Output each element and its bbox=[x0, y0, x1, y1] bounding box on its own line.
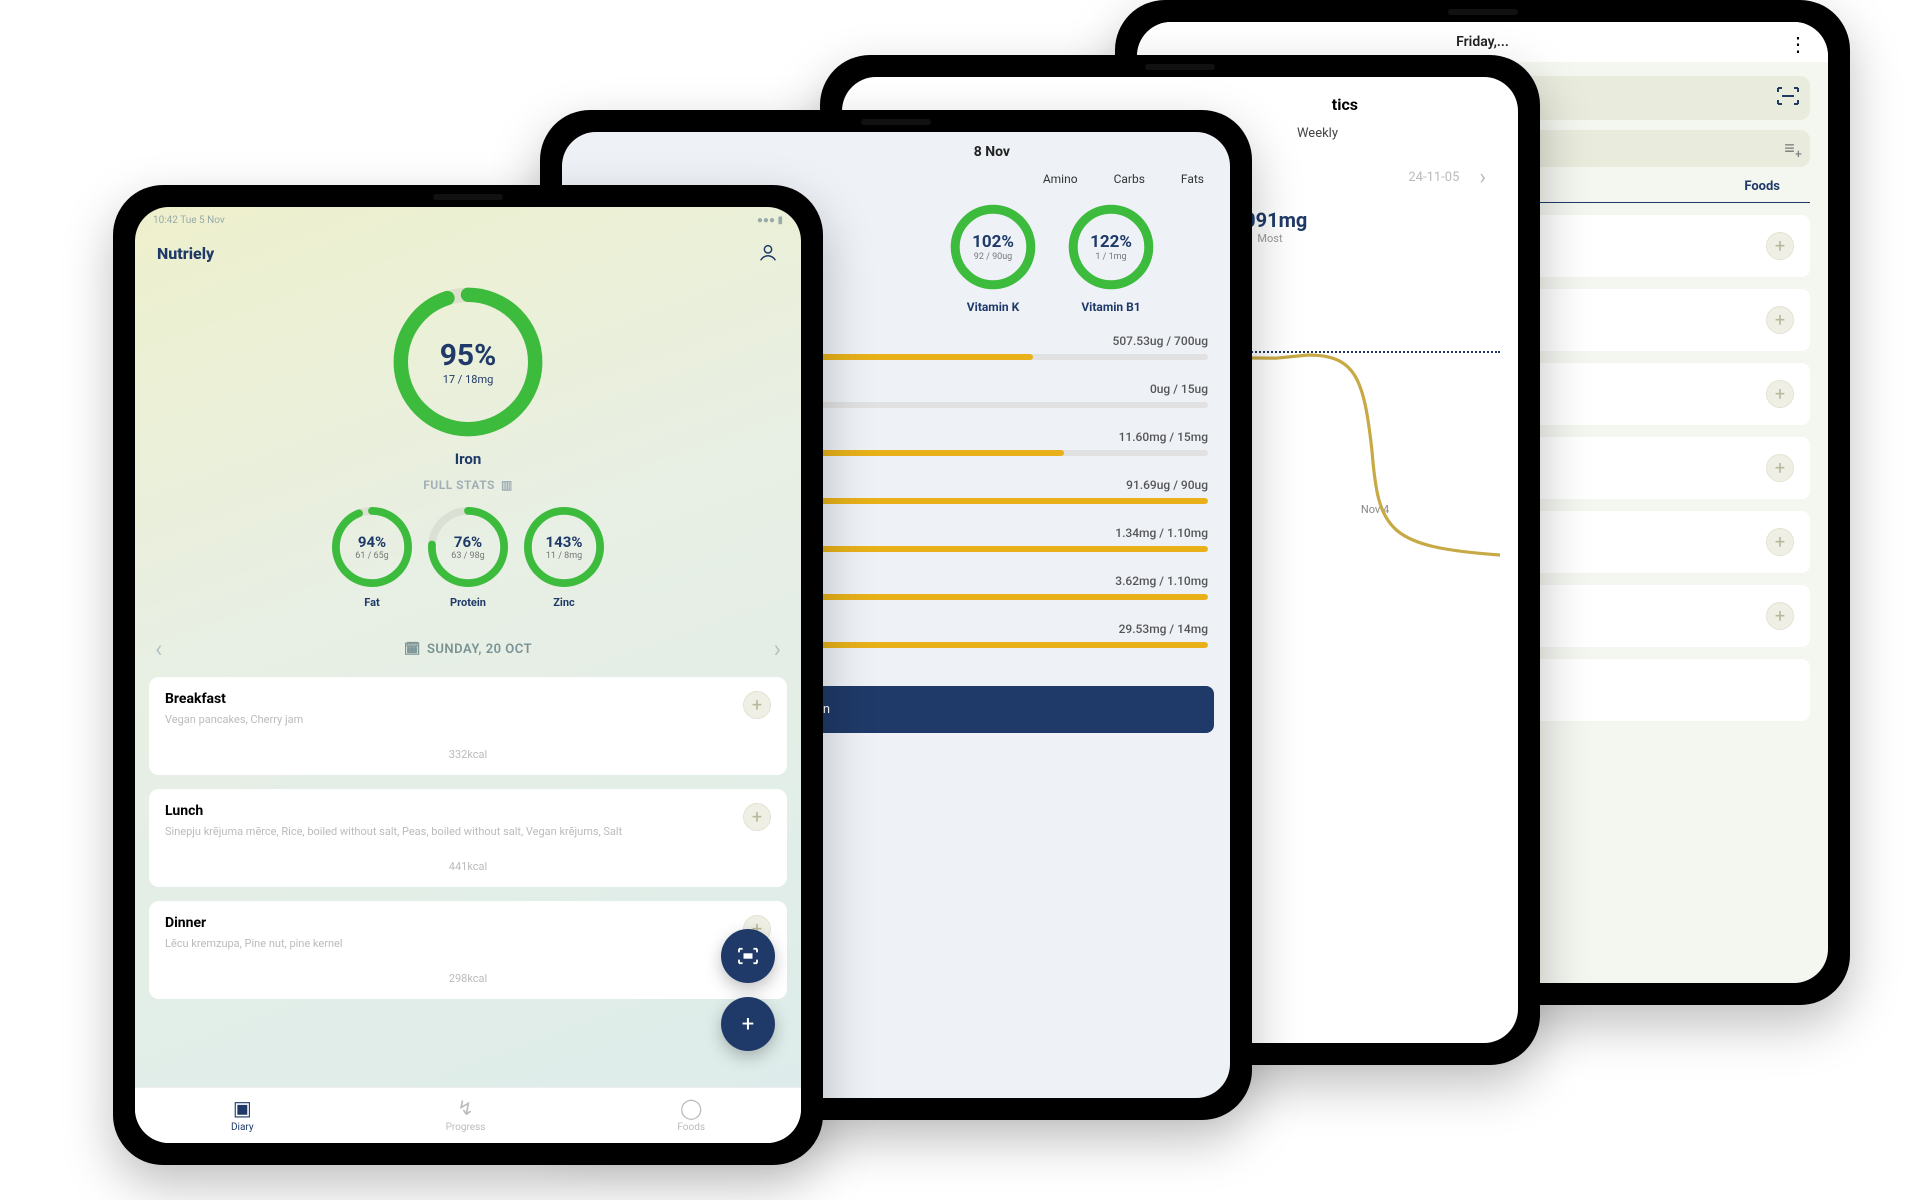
tablet-diary: 10:42 Tue 5 Nov ●●● ▮ Nutriely 95% 17 / … bbox=[113, 185, 823, 1165]
meal-calories: 298kcal bbox=[165, 972, 771, 985]
barcode-scan-icon[interactable] bbox=[1776, 86, 1800, 110]
vitamin-ring[interactable]: 122%1 / 1mg bbox=[1066, 202, 1156, 292]
mini-nutrient-label: Fat bbox=[364, 596, 379, 609]
mini-nutrient-ring[interactable]: 94%61 / 65g bbox=[329, 504, 415, 590]
add-icon[interactable]: + bbox=[1766, 454, 1794, 482]
vitamin-label: Vitamin B1 bbox=[1081, 300, 1140, 314]
meal-calories: 441kcal bbox=[165, 860, 771, 873]
mini-nutrient-label: Zinc bbox=[553, 596, 574, 609]
nav-diary[interactable]: ▣Diary bbox=[231, 1096, 254, 1133]
meal-calories: 332kcal bbox=[165, 748, 771, 761]
add-icon[interactable]: + bbox=[1766, 602, 1794, 630]
status-battery: ●●● ▮ bbox=[757, 215, 783, 226]
add-fab[interactable]: + bbox=[721, 997, 775, 1051]
main-nutrient-ring[interactable]: 95% 17 / 18mg bbox=[388, 282, 548, 442]
add-icon[interactable]: + bbox=[743, 803, 771, 831]
meal-card[interactable]: Dinner Lēcu kremzupa, Pine nut, pine ker… bbox=[149, 901, 787, 999]
add-icon[interactable]: + bbox=[1766, 306, 1794, 334]
add-icon[interactable]: + bbox=[743, 691, 771, 719]
nav-foods[interactable]: ◯Foods bbox=[677, 1096, 705, 1133]
barcode-fab[interactable] bbox=[721, 929, 775, 983]
page-title: Friday,... bbox=[1456, 34, 1509, 50]
list-add-icon: ≡₊ bbox=[1784, 138, 1802, 159]
meal-title: Lunch bbox=[165, 803, 771, 819]
period-label: Weekly bbox=[1297, 126, 1338, 141]
tab-foods[interactable]: Foods bbox=[1744, 179, 1810, 194]
stats-icon: ▥ bbox=[501, 478, 513, 492]
vitamin-ring[interactable]: 102%92 / 90ug bbox=[948, 202, 1038, 292]
add-icon[interactable]: + bbox=[1766, 528, 1794, 556]
tab-carbs[interactable]: Carbs bbox=[1114, 172, 1145, 186]
chevron-right-icon[interactable]: › bbox=[1479, 165, 1486, 190]
profile-icon[interactable] bbox=[757, 242, 779, 264]
main-nutrient-label: Iron bbox=[455, 450, 482, 468]
nav-progress[interactable]: ↯Progress bbox=[446, 1096, 486, 1133]
calendar-icon: 🗓 bbox=[404, 642, 421, 657]
meal-title: Dinner bbox=[165, 915, 771, 931]
meal-title: Breakfast bbox=[165, 691, 771, 707]
chevron-right-icon[interactable]: › bbox=[774, 635, 781, 663]
mini-nutrient-label: Protein bbox=[450, 596, 486, 609]
meal-items: Vegan pancakes, Cherry jam bbox=[165, 713, 771, 726]
meal-card[interactable]: Breakfast Vegan pancakes, Cherry jam 332… bbox=[149, 677, 787, 775]
meal-items: Lēcu kremzupa, Pine nut, pine kernel bbox=[165, 937, 771, 950]
tab-amino[interactable]: Amino bbox=[1043, 172, 1078, 186]
add-icon[interactable]: + bbox=[1766, 380, 1794, 408]
app-brand: Nutriely bbox=[157, 244, 214, 263]
add-icon[interactable]: + bbox=[1766, 232, 1794, 260]
vitamin-label: Vitamin K bbox=[967, 300, 1019, 314]
meal-card[interactable]: Lunch Sinepju krējuma mērce, Rice, boile… bbox=[149, 789, 787, 887]
full-stats-link[interactable]: FULL STATS▥ bbox=[423, 478, 513, 492]
status-time: 10:42 Tue 5 Nov bbox=[153, 215, 225, 226]
tab-fats[interactable]: Fats bbox=[1181, 172, 1204, 186]
diary-date[interactable]: 🗓SUNDAY, 20 OCT bbox=[404, 642, 532, 657]
mini-nutrient-ring[interactable]: 76%63 / 98g bbox=[425, 504, 511, 590]
kebab-menu-icon[interactable]: ⋮ bbox=[1788, 32, 1808, 56]
chevron-left-icon[interactable]: ‹ bbox=[155, 635, 162, 663]
date-label: 8 Nov bbox=[562, 132, 1230, 164]
mini-nutrient-ring[interactable]: 143%11 / 8mg bbox=[521, 504, 607, 590]
meal-items: Sinepju krējuma mērce, Rice, boiled with… bbox=[165, 825, 771, 838]
